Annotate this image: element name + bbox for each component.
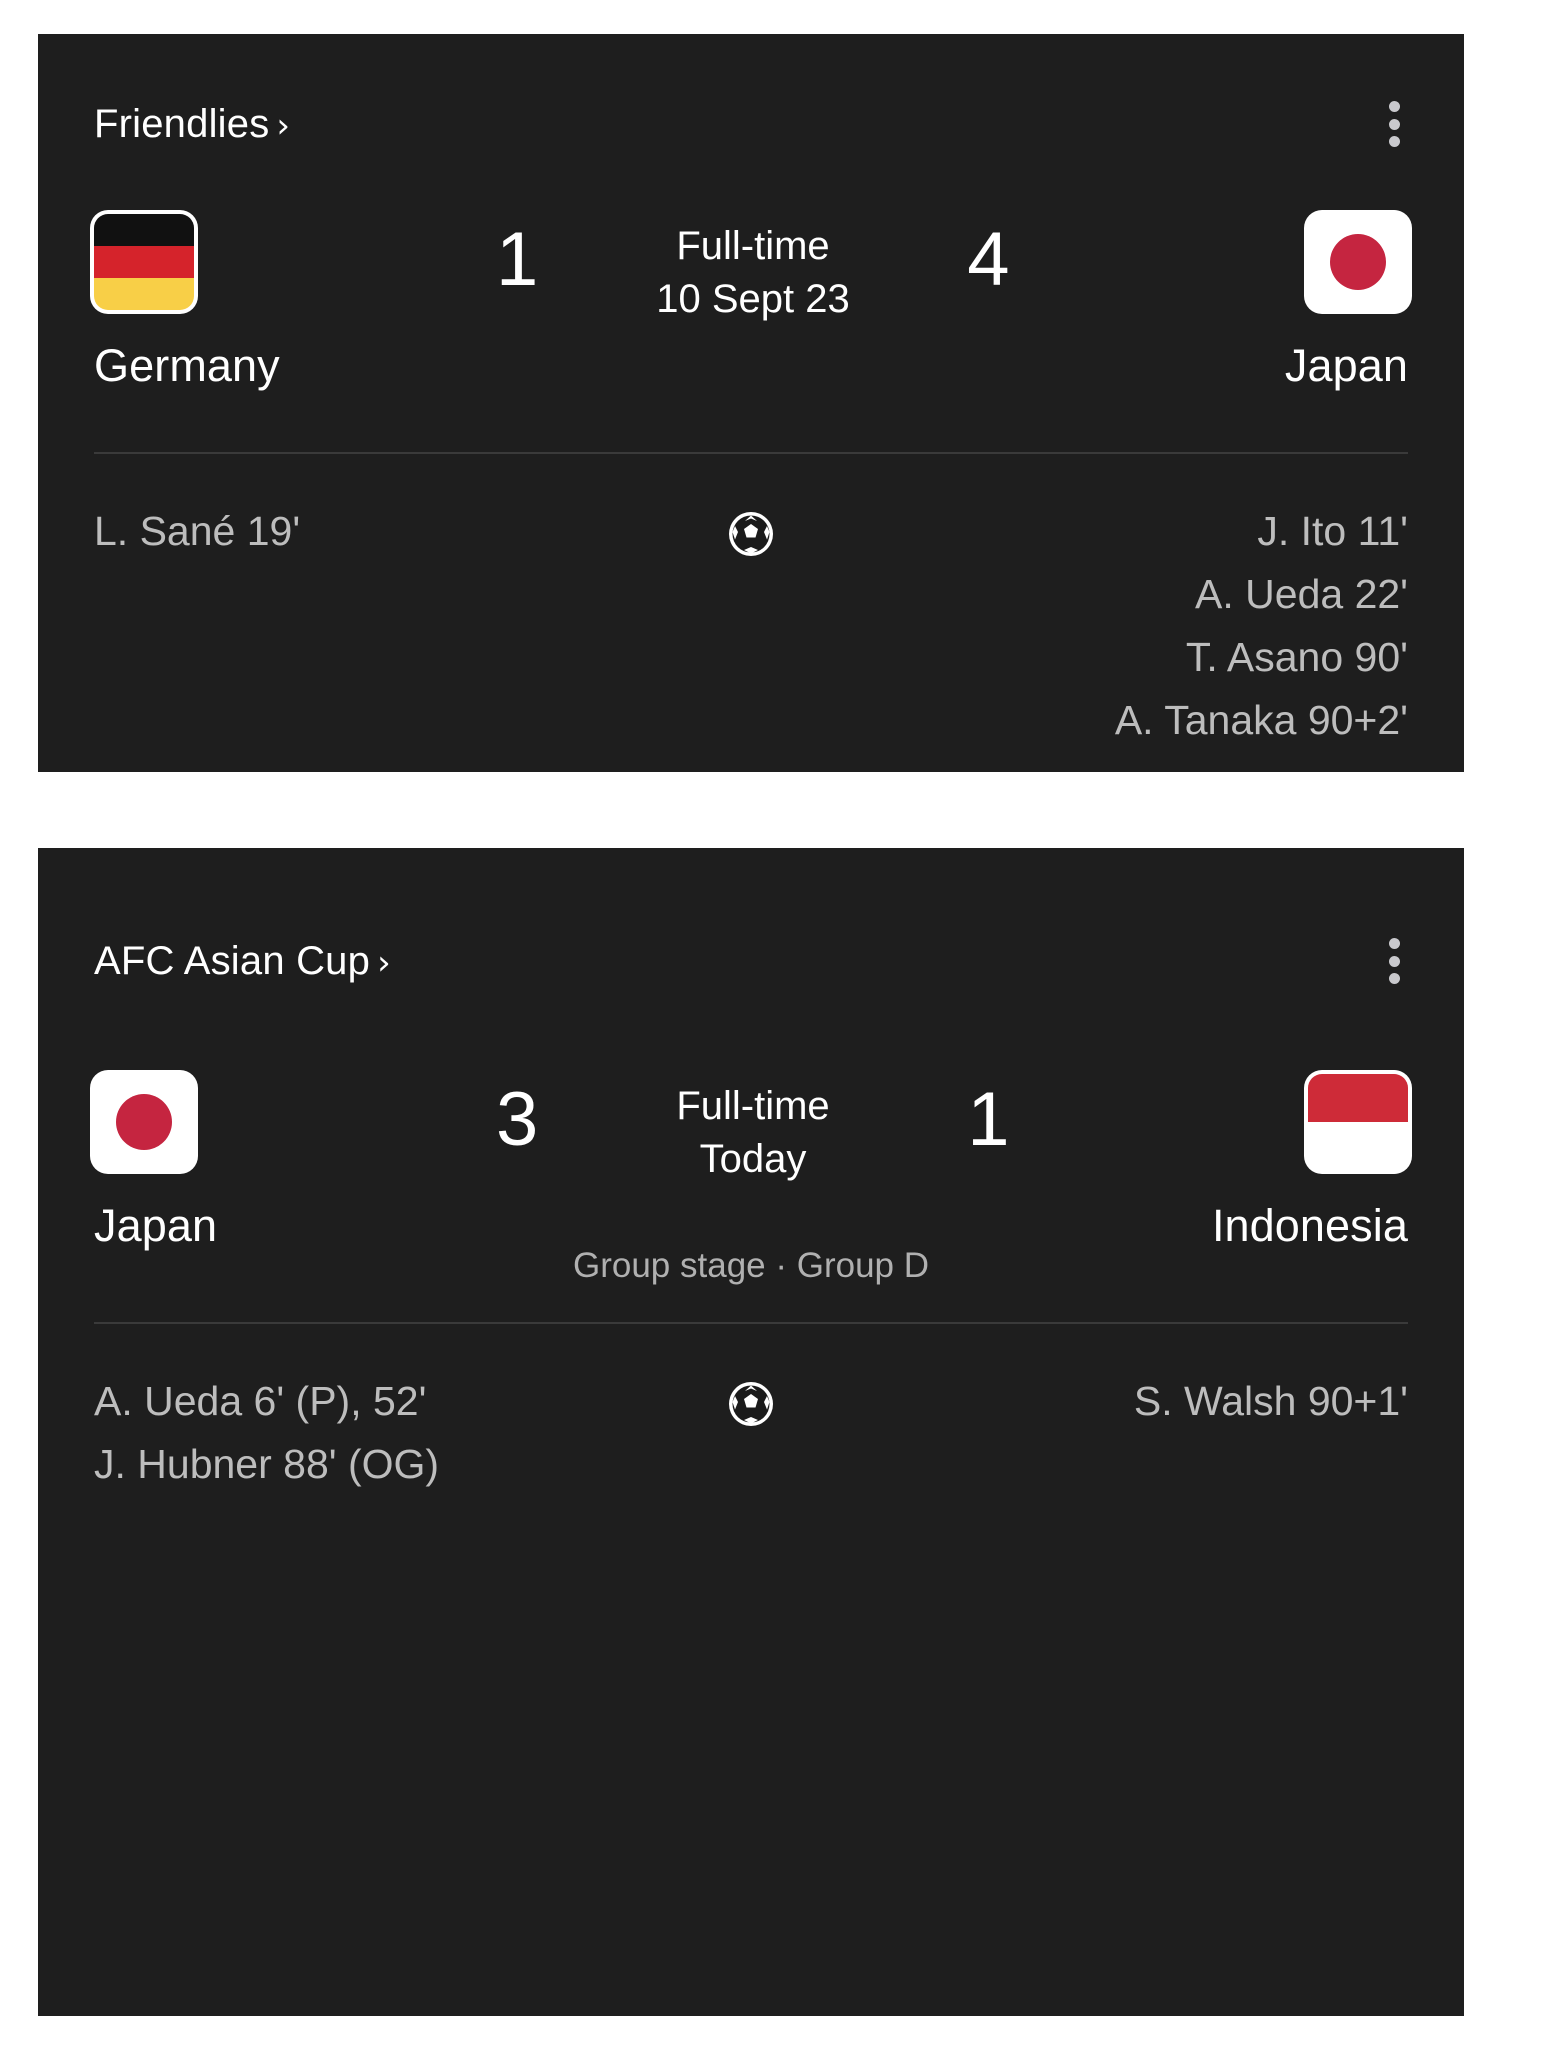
indonesia-flag-icon — [1308, 1074, 1408, 1170]
competition-link-friendlies[interactable]: Friendlies › — [68, 102, 290, 147]
kebab-dot — [1388, 938, 1400, 949]
kebab-dot — [1388, 101, 1400, 112]
goal-icon-column — [654, 500, 848, 558]
kebab-dot — [1388, 973, 1400, 984]
match-status-block: Full-time 10 Sept 23 — [539, 214, 967, 326]
card-header: Friendlies › — [68, 34, 1434, 214]
home-scorers: A. Ueda 6' (P), 52' J. Hubner 88' (OG) — [94, 1370, 654, 1496]
kebab-dot — [1388, 136, 1400, 147]
score-row: Germany 1 Full-time 10 Sept 23 4 Japan — [68, 214, 1434, 392]
goal-icon-column — [654, 1370, 848, 1428]
japan-flag-icon — [94, 1074, 194, 1170]
match-status-block: Full-time Today — [539, 1074, 967, 1186]
away-scorers: S. Walsh 90+1' — [848, 1370, 1408, 1433]
away-team-name: Indonesia — [1211, 1200, 1408, 1251]
match-status: Full-time — [676, 1084, 830, 1128]
home-team-block[interactable]: Germany — [94, 214, 424, 392]
competition-name: AFC Asian Cup — [94, 938, 371, 983]
match-status: Full-time — [676, 224, 830, 268]
soccer-ball-icon — [729, 512, 773, 556]
kebab-dot — [1388, 118, 1400, 130]
kebab-menu-icon[interactable] — [1374, 101, 1414, 147]
soccer-ball-icon — [729, 1382, 773, 1426]
home-team-name: Germany — [94, 340, 280, 391]
stage-row: Group stage · Group D — [68, 1246, 1434, 1286]
goal-scorers: A. Ueda 6' (P), 52' J. Hubner 88' (OG) S… — [68, 1324, 1434, 1496]
germany-flag-icon — [94, 214, 194, 310]
competition-link-afc-asian-cup[interactable]: AFC Asian Cup › — [68, 939, 391, 984]
scorer-entry: J. Hubner 88' (OG) — [94, 1441, 440, 1487]
home-scorers: L. Sané 19' — [94, 500, 654, 563]
scorer-entry: A. Ueda 6' (P), 52' — [94, 1378, 427, 1424]
home-team-name: Japan — [94, 1200, 218, 1251]
scorer-entry: T. Asano 90' — [1185, 634, 1408, 680]
away-team-block[interactable]: Indonesia — [1078, 1074, 1408, 1252]
match-card-friendlies[interactable]: Friendlies › Germany 1 Full-time 10 Sept… — [38, 34, 1464, 772]
away-team-name: Japan — [1284, 340, 1408, 391]
match-card-afc-asian-cup[interactable]: AFC Asian Cup › Japan 3 Full-time Today — [38, 848, 1464, 2016]
home-score: 3 — [496, 1077, 539, 1162]
card-header: AFC Asian Cup › — [68, 848, 1434, 1074]
scorer-entry: A. Ueda 22' — [1195, 571, 1408, 617]
scorer-entry: J. Ito 11' — [1257, 508, 1408, 554]
home-score: 1 — [496, 217, 539, 302]
japan-flag-icon — [1308, 214, 1408, 310]
kebab-menu-icon[interactable] — [1374, 938, 1414, 984]
home-team-block[interactable]: Japan — [94, 1074, 424, 1252]
score-row: Japan 3 Full-time Today 1 Indonesia — [68, 1074, 1434, 1252]
kebab-dot — [1388, 955, 1400, 967]
chevron-right-icon: › — [377, 942, 391, 983]
chevron-right-icon: › — [276, 105, 291, 146]
scorer-entry: A. Tanaka 90+2' — [1114, 697, 1408, 743]
match-scores-page: Friendlies › Germany 1 Full-time 10 Sept… — [0, 0, 1553, 2048]
away-scorers: J. Ito 11' A. Ueda 22' T. Asano 90' A. T… — [848, 500, 1408, 752]
competition-name: Friendlies — [94, 101, 270, 146]
away-team-block[interactable]: Japan — [1078, 214, 1408, 392]
goal-scorers: L. Sané 19' J. Ito 11' A. Ueda 22' T. As… — [68, 454, 1434, 752]
match-date: Today — [699, 1137, 807, 1181]
scorer-entry: S. Walsh 90+1' — [1133, 1378, 1408, 1424]
away-score: 1 — [967, 1077, 1010, 1162]
match-stage: Group stage · Group D — [573, 1246, 929, 1285]
away-score: 4 — [967, 217, 1010, 302]
scorer-entry: L. Sané 19' — [94, 508, 301, 554]
match-date: 10 Sept 23 — [656, 277, 850, 321]
